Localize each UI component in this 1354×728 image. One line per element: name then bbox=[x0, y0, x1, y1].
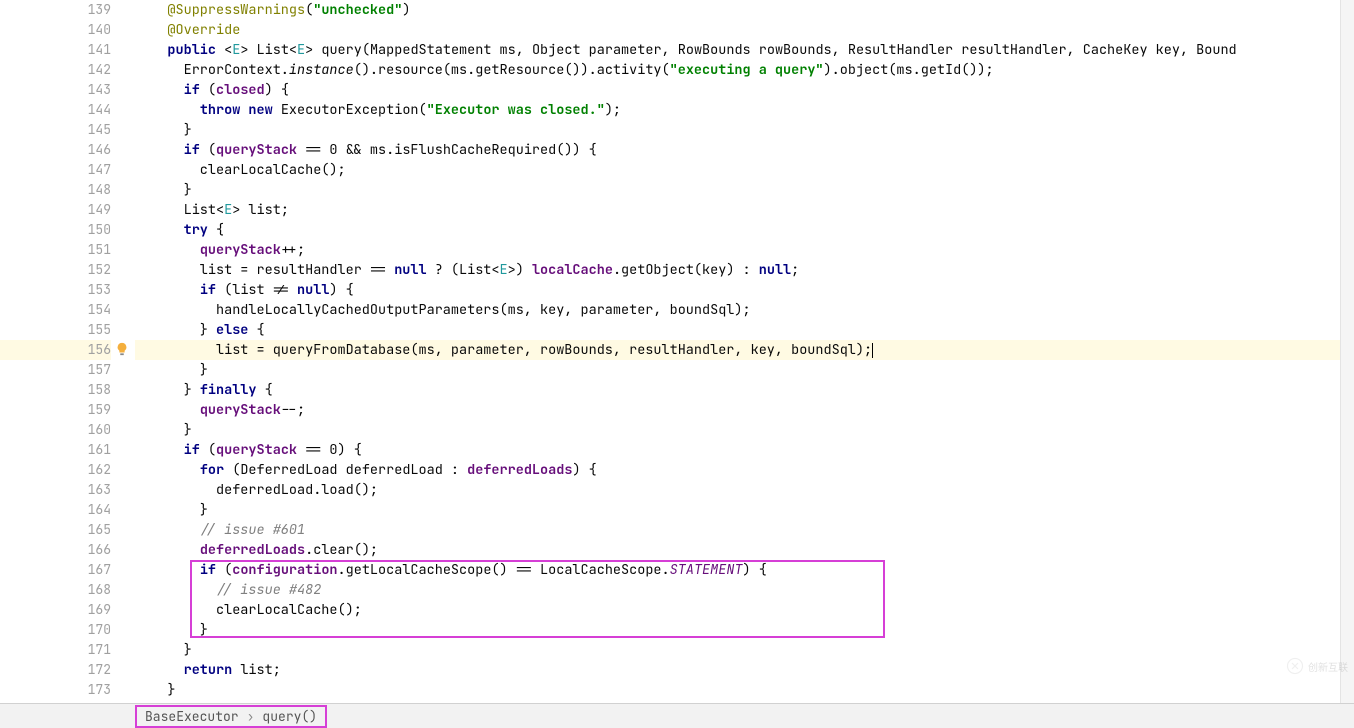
line-number[interactable]: 161 bbox=[0, 440, 111, 460]
line-number[interactable]: 139 bbox=[0, 0, 111, 20]
line-number[interactable]: 158 bbox=[0, 380, 111, 400]
code-line[interactable]: @Override bbox=[135, 20, 1340, 40]
breadcrumb-method[interactable]: query() bbox=[262, 708, 317, 725]
breadcrumb-bar: BaseExecutor › query() bbox=[0, 703, 1354, 728]
code-line[interactable]: deferredLoad.load(); bbox=[135, 480, 1340, 500]
line-number[interactable]: 143 bbox=[0, 80, 111, 100]
code-line[interactable]: @SuppressWarnings("unchecked") bbox=[135, 0, 1340, 20]
code-line[interactable]: // issue #601 bbox=[135, 520, 1340, 540]
line-number[interactable]: 150 bbox=[0, 220, 111, 240]
code-line[interactable]: } else { bbox=[135, 320, 1340, 340]
code-area[interactable]: 1391401411421431441451461471481491501511… bbox=[0, 0, 1354, 703]
code-line[interactable]: } bbox=[135, 420, 1340, 440]
code-line[interactable]: if (configuration.getLocalCacheScope() =… bbox=[135, 560, 1340, 580]
line-number[interactable]: 145 bbox=[0, 120, 111, 140]
code-line[interactable]: if (closed) { bbox=[135, 80, 1340, 100]
line-number[interactable]: 148 bbox=[0, 180, 111, 200]
line-number[interactable]: 142 bbox=[0, 60, 111, 80]
code-line[interactable]: queryStack++; bbox=[135, 240, 1340, 260]
line-number[interactable]: 159 bbox=[0, 400, 111, 420]
code-line[interactable]: throw new ExecutorException("Executor wa… bbox=[135, 100, 1340, 120]
code-line[interactable]: } bbox=[135, 500, 1340, 520]
code-line[interactable]: } bbox=[135, 360, 1340, 380]
text-caret bbox=[872, 343, 873, 358]
line-number[interactable]: 169 bbox=[0, 600, 111, 620]
line-number[interactable]: 172 bbox=[0, 660, 111, 680]
line-number-gutter[interactable]: 1391401411421431441451461471481491501511… bbox=[0, 0, 135, 703]
code-line[interactable]: clearLocalCache(); bbox=[135, 600, 1340, 620]
line-number[interactable]: 163 bbox=[0, 480, 111, 500]
editor-container: 1391401411421431441451461471481491501511… bbox=[0, 0, 1354, 728]
code-line[interactable]: deferredLoads.clear(); bbox=[135, 540, 1340, 560]
breadcrumb-class[interactable]: BaseExecutor bbox=[145, 708, 239, 725]
code-line[interactable]: clearLocalCache(); bbox=[135, 160, 1340, 180]
line-number[interactable]: 151 bbox=[0, 240, 111, 260]
code-line[interactable]: ErrorContext.instance().resource(ms.getR… bbox=[135, 60, 1340, 80]
line-number[interactable]: 140 bbox=[0, 20, 111, 40]
line-number[interactable]: 153 bbox=[0, 280, 111, 300]
line-number[interactable]: 165 bbox=[0, 520, 111, 540]
code-line[interactable]: for (DeferredLoad deferredLoad : deferre… bbox=[135, 460, 1340, 480]
code-line[interactable]: return list; bbox=[135, 660, 1340, 680]
code-line[interactable]: } bbox=[135, 120, 1340, 140]
line-number[interactable]: 173 bbox=[0, 680, 111, 700]
line-number[interactable]: 149 bbox=[0, 200, 111, 220]
line-number[interactable]: 157 bbox=[0, 360, 111, 380]
code-line[interactable]: } bbox=[135, 680, 1340, 700]
code-line[interactable]: if (list != null) { bbox=[135, 280, 1340, 300]
code-line[interactable]: // issue #482 bbox=[135, 580, 1340, 600]
line-number[interactable]: 170 bbox=[0, 620, 111, 640]
line-number[interactable]: 156 bbox=[0, 340, 111, 360]
line-number[interactable]: 171 bbox=[0, 640, 111, 660]
code-line[interactable]: queryStack--; bbox=[135, 400, 1340, 420]
line-number[interactable]: 160 bbox=[0, 420, 111, 440]
line-number[interactable]: 147 bbox=[0, 160, 111, 180]
code-line[interactable]: if (queryStack == 0 && ms.isFlushCacheRe… bbox=[135, 140, 1340, 160]
line-number[interactable]: 166 bbox=[0, 540, 111, 560]
code-line[interactable]: } bbox=[135, 180, 1340, 200]
code-line[interactable]: } finally { bbox=[135, 380, 1340, 400]
line-number[interactable]: 141 bbox=[0, 40, 111, 60]
code-line[interactable]: if (queryStack == 0) { bbox=[135, 440, 1340, 460]
intention-bulb-icon[interactable] bbox=[115, 342, 129, 356]
line-number[interactable]: 154 bbox=[0, 300, 111, 320]
line-number[interactable]: 155 bbox=[0, 320, 111, 340]
line-number[interactable]: 162 bbox=[0, 460, 111, 480]
line-number[interactable]: 164 bbox=[0, 500, 111, 520]
line-number[interactable]: 168 bbox=[0, 580, 111, 600]
code-line[interactable]: List<E> list; bbox=[135, 200, 1340, 220]
line-number[interactable]: 146 bbox=[0, 140, 111, 160]
code-content[interactable]: @SuppressWarnings("unchecked") @Override… bbox=[135, 0, 1340, 703]
code-line[interactable]: list = queryFromDatabase(ms, parameter, … bbox=[135, 340, 1340, 360]
breadcrumb-separator: › bbox=[247, 708, 255, 725]
code-line[interactable]: list = resultHandler == null ? (List<E>)… bbox=[135, 260, 1340, 280]
breadcrumb-highlight-box: BaseExecutor › query() bbox=[135, 705, 327, 728]
line-number[interactable]: 167 bbox=[0, 560, 111, 580]
code-line[interactable]: handleLocallyCachedOutputParameters(ms, … bbox=[135, 300, 1340, 320]
vertical-scrollbar[interactable] bbox=[1340, 0, 1354, 703]
code-line[interactable]: } bbox=[135, 620, 1340, 640]
line-number[interactable]: 144 bbox=[0, 100, 111, 120]
code-line[interactable]: public <E> List<E> query(MappedStatement… bbox=[135, 40, 1340, 60]
code-line[interactable]: try { bbox=[135, 220, 1340, 240]
code-line[interactable]: } bbox=[135, 640, 1340, 660]
line-number[interactable]: 152 bbox=[0, 260, 111, 280]
